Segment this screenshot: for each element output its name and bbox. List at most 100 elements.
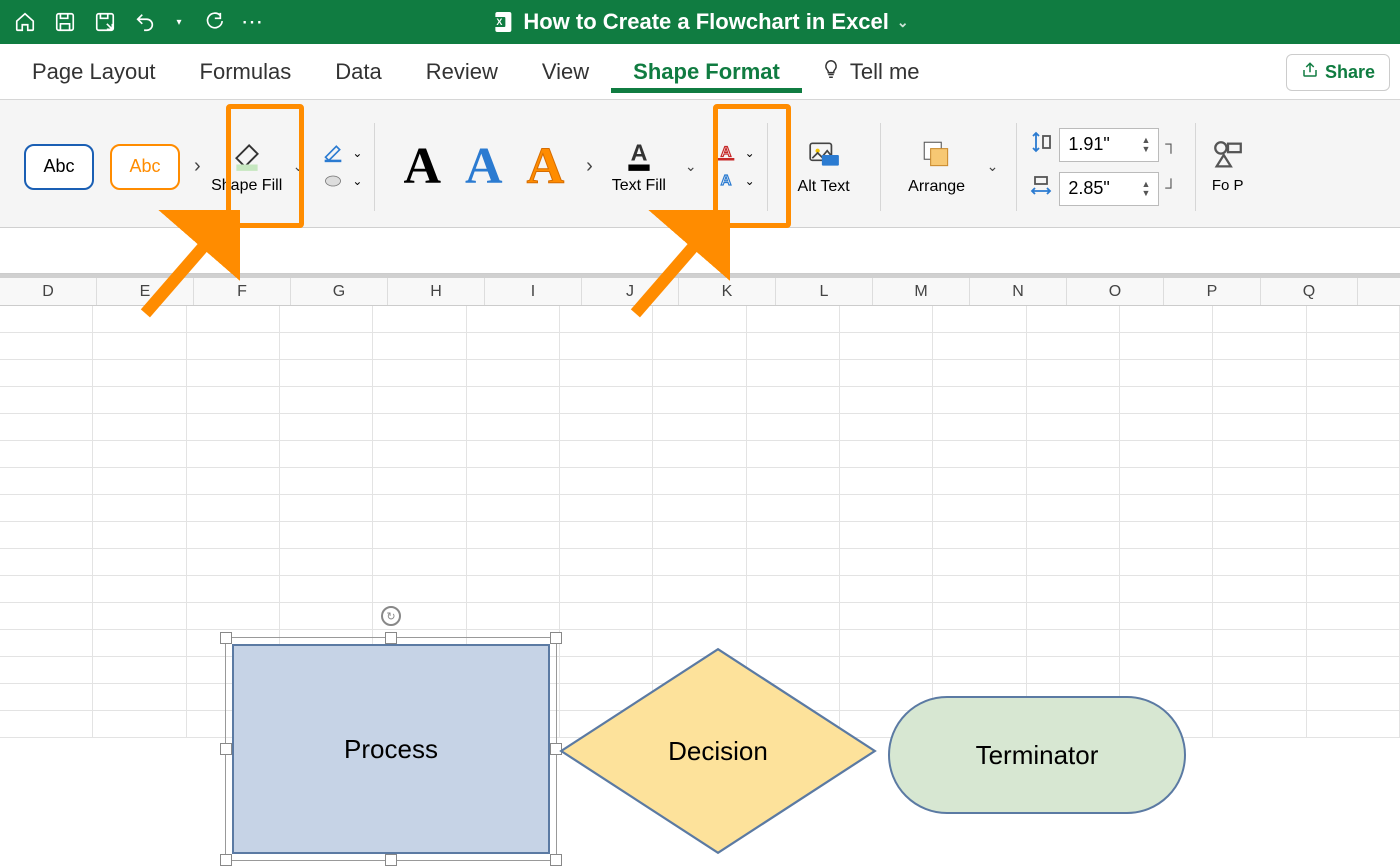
grid-cell[interactable] (280, 495, 373, 522)
grid-cell[interactable] (840, 522, 933, 549)
grid-cell[interactable] (187, 333, 280, 360)
wordart-preset-3[interactable]: A (527, 137, 565, 196)
grid-cell[interactable] (373, 603, 466, 630)
grid-cell[interactable] (1213, 684, 1306, 711)
tab-page-layout[interactable]: Page Layout (10, 51, 178, 93)
text-fill-dropdown-icon[interactable]: ⌄ (685, 158, 697, 175)
grid-cell[interactable] (467, 522, 560, 549)
share-button[interactable]: Share (1286, 54, 1390, 91)
grid-cell[interactable] (373, 387, 466, 414)
grid-cell[interactable] (373, 549, 466, 576)
grid-cell[interactable] (1120, 630, 1213, 657)
shape-fill-button[interactable]: Shape Fill (207, 139, 287, 195)
grid-cell[interactable] (1307, 522, 1400, 549)
grid-cell[interactable] (373, 522, 466, 549)
resize-handle-w[interactable] (220, 743, 232, 755)
column-header-H[interactable]: H (388, 278, 485, 305)
grid-cell[interactable] (1307, 549, 1400, 576)
grid-cell[interactable] (467, 495, 560, 522)
grid-cell[interactable] (1027, 360, 1120, 387)
grid-cell[interactable] (467, 333, 560, 360)
grid-cell[interactable] (1307, 603, 1400, 630)
grid-row[interactable] (0, 576, 1400, 603)
grid-cell[interactable] (280, 387, 373, 414)
save-as-icon[interactable] (94, 11, 116, 33)
grid-cell[interactable] (93, 306, 186, 333)
grid-cell[interactable] (560, 576, 653, 603)
grid-cell[interactable] (933, 657, 1026, 684)
grid-cell[interactable] (1027, 333, 1120, 360)
grid-cell[interactable] (933, 333, 1026, 360)
grid-cell[interactable] (0, 576, 93, 603)
grid-cell[interactable] (933, 441, 1026, 468)
grid-cell[interactable] (840, 468, 933, 495)
column-headers[interactable]: DEFGHIJKLMNOPQ (0, 278, 1400, 306)
arrange-button[interactable]: Arrange (893, 138, 981, 196)
grid-cell[interactable] (187, 468, 280, 495)
grid-cell[interactable] (0, 603, 93, 630)
grid-cell[interactable] (933, 306, 1026, 333)
arrange-dropdown-icon[interactable]: ⌄ (987, 158, 999, 175)
grid-cell[interactable] (0, 333, 93, 360)
grid-cell[interactable] (933, 360, 1026, 387)
grid-cell[interactable] (93, 522, 186, 549)
grid-cell[interactable] (280, 333, 373, 360)
grid-cell[interactable] (840, 306, 933, 333)
column-header-F[interactable]: F (194, 278, 291, 305)
grid-cell[interactable] (187, 549, 280, 576)
grid-cell[interactable] (653, 414, 746, 441)
grid-cell[interactable] (373, 495, 466, 522)
grid-cell[interactable] (93, 441, 186, 468)
grid-cell[interactable] (187, 495, 280, 522)
grid-cell[interactable] (0, 360, 93, 387)
grid-cell[interactable] (373, 576, 466, 603)
flowchart-terminator-shape[interactable]: Terminator (888, 696, 1186, 814)
grid-cell[interactable] (747, 387, 840, 414)
grid-cell[interactable] (93, 387, 186, 414)
grid-cell[interactable] (1213, 387, 1306, 414)
undo-icon[interactable] (134, 11, 156, 33)
grid-cell[interactable] (0, 495, 93, 522)
grid-cell[interactable] (467, 576, 560, 603)
grid-cell[interactable] (933, 468, 1026, 495)
undo-dropdown-icon[interactable]: ▾ (174, 11, 184, 33)
resize-handle-sw[interactable] (220, 854, 232, 866)
grid-cell[interactable] (747, 306, 840, 333)
grid-cell[interactable] (0, 549, 93, 576)
grid-cell[interactable] (653, 441, 746, 468)
grid-cell[interactable] (1120, 468, 1213, 495)
tab-formulas[interactable]: Formulas (178, 51, 314, 93)
grid-cell[interactable] (373, 306, 466, 333)
grid-cell[interactable] (467, 360, 560, 387)
grid-cell[interactable] (747, 495, 840, 522)
grid-cell[interactable] (560, 495, 653, 522)
grid-row[interactable] (0, 333, 1400, 360)
column-header-J[interactable]: J (582, 278, 679, 305)
grid-cell[interactable] (840, 495, 933, 522)
shape-styles-more-icon[interactable]: › (194, 155, 201, 178)
shape-effects-button[interactable]: ⌄ (320, 171, 362, 191)
grid-cell[interactable] (747, 576, 840, 603)
grid-cell[interactable] (747, 414, 840, 441)
tab-data[interactable]: Data (313, 51, 403, 93)
grid-cell[interactable] (1120, 657, 1213, 684)
grid-cell[interactable] (1120, 495, 1213, 522)
grid-cell[interactable] (653, 549, 746, 576)
grid-cell[interactable] (373, 360, 466, 387)
grid-cell[interactable] (1120, 306, 1213, 333)
grid-cell[interactable] (840, 441, 933, 468)
grid-cell[interactable] (1307, 414, 1400, 441)
alt-text-button[interactable]: Alt Text (780, 138, 868, 196)
grid-cell[interactable] (1120, 333, 1213, 360)
grid-cell[interactable] (560, 306, 653, 333)
grid-cell[interactable] (93, 576, 186, 603)
grid-cell[interactable] (560, 360, 653, 387)
tab-view[interactable]: View (520, 51, 611, 93)
grid-cell[interactable] (1120, 522, 1213, 549)
grid-cell[interactable] (747, 522, 840, 549)
grid-cell[interactable] (1027, 306, 1120, 333)
grid-cell[interactable] (1213, 522, 1306, 549)
column-header-P[interactable]: P (1164, 278, 1261, 305)
text-outline-button[interactable]: A ⌄ (713, 143, 755, 163)
grid-cell[interactable] (1213, 549, 1306, 576)
